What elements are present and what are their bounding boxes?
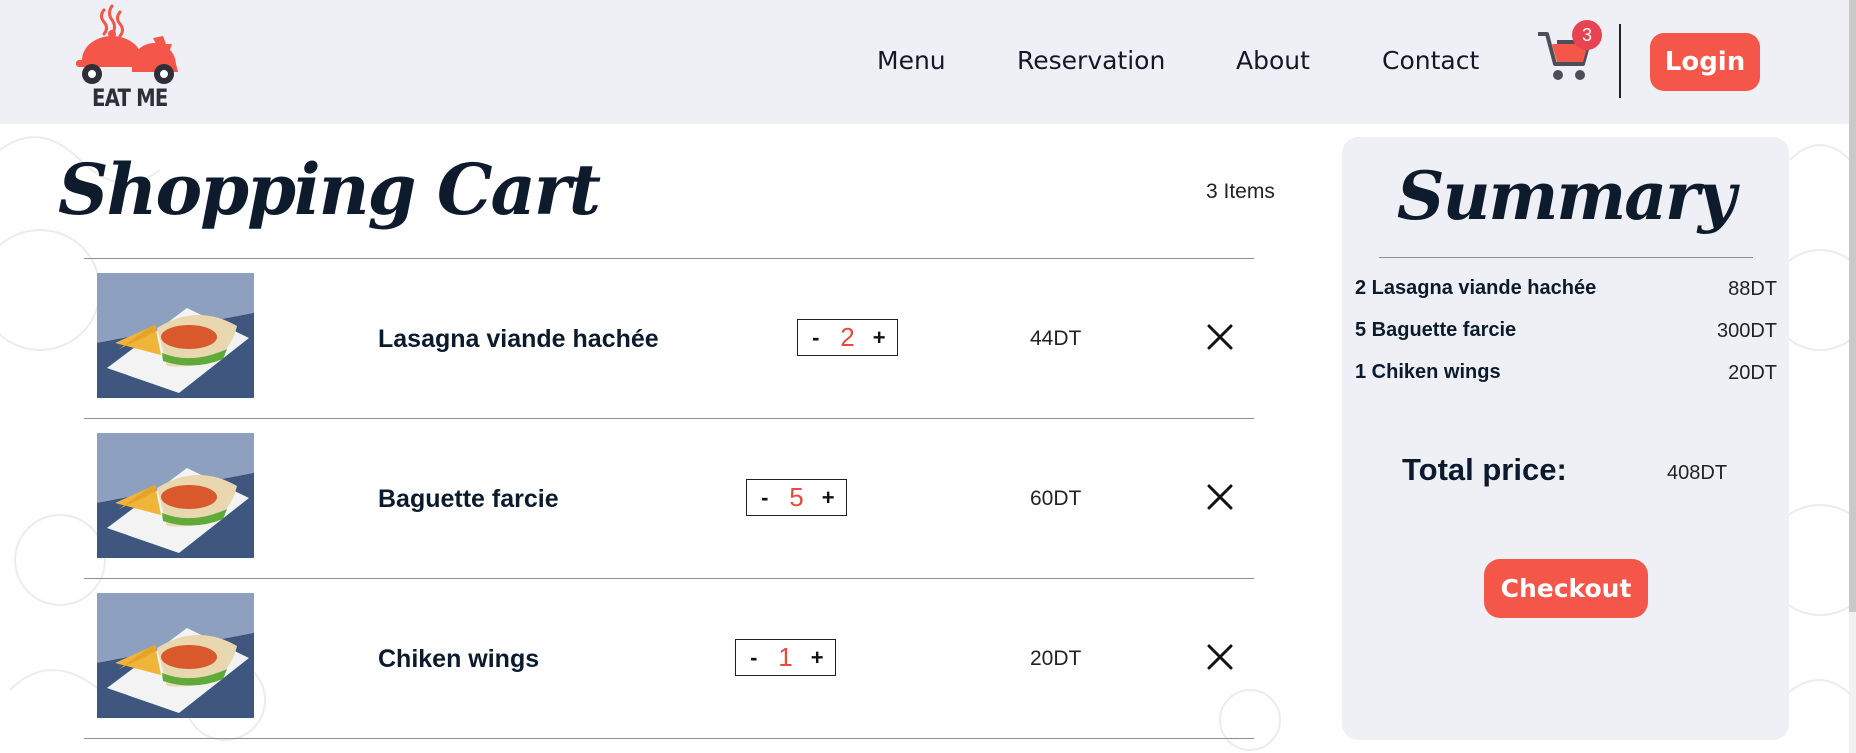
summary-item-label: 2 Lasagna viande hachée <box>1355 277 1597 299</box>
minus-button[interactable]: - <box>754 485 776 511</box>
plus-button[interactable]: + <box>806 645 828 671</box>
nav-reservation[interactable]: Reservation <box>1017 46 1165 75</box>
quantity-stepper: - 5 + <box>746 479 847 516</box>
close-icon[interactable] <box>1206 323 1234 351</box>
divider <box>84 738 1254 739</box>
close-icon[interactable] <box>1206 643 1234 671</box>
item-name: Chiken wings <box>378 645 540 673</box>
items-count: 3 Items <box>1206 180 1275 203</box>
nav-divider <box>1619 24 1621 98</box>
food-image <box>97 273 254 398</box>
divider <box>1379 257 1753 258</box>
total-price-label: Total price: <box>1402 452 1567 487</box>
food-image <box>97 433 254 558</box>
plus-button[interactable]: + <box>817 485 839 511</box>
summary-item-price: 20DT <box>1728 362 1777 384</box>
cart-count-badge: 3 <box>1572 20 1602 50</box>
quantity-stepper: - 1 + <box>735 639 836 676</box>
summary-item-label: 1 Chiken wings <box>1355 361 1501 383</box>
summary-line-item: 2 Lasagna viande hachée 88DT <box>1355 277 1777 307</box>
item-name: Baguette farcie <box>378 485 559 513</box>
summary-title: Summary <box>1396 157 1736 235</box>
plus-button[interactable]: + <box>868 325 890 351</box>
brand-name: EAT ME <box>92 84 168 112</box>
minus-button[interactable]: - <box>805 325 827 351</box>
summary-item-label: 5 Baguette farcie <box>1355 319 1517 341</box>
login-button[interactable]: Login <box>1650 33 1760 91</box>
summary-item-price: 88DT <box>1728 278 1777 300</box>
summary-line-item: 5 Baguette farcie 300DT <box>1355 319 1777 349</box>
total-price-value: 408DT <box>1667 462 1728 484</box>
summary-line-item: 1 Chiken wings 20DT <box>1355 361 1777 391</box>
nav-about[interactable]: About <box>1236 46 1310 75</box>
scrollbar-thumb[interactable] <box>1849 0 1856 612</box>
summary-item-price: 300DT <box>1716 320 1777 342</box>
food-image <box>97 593 254 718</box>
item-price: 44DT <box>1030 327 1082 350</box>
cart-item-row: Lasagna viande hachée - 2 + 44DT <box>84 259 1254 419</box>
nav-menu[interactable]: Menu <box>877 46 946 75</box>
order-summary-panel: Summary 2 Lasagna viande hachée 88DT 5 B… <box>1342 137 1789 740</box>
page-title: Shopping Cart <box>58 148 601 231</box>
quantity-value: 2 <box>840 322 855 352</box>
cart-item-row: Baguette farcie - 5 + 60DT <box>84 419 1254 579</box>
quantity-value: 1 <box>778 642 793 672</box>
minus-button[interactable]: - <box>743 645 765 671</box>
item-price: 60DT <box>1030 487 1082 510</box>
item-name: Lasagna viande hachée <box>378 325 659 353</box>
checkout-button[interactable]: Checkout <box>1484 559 1648 618</box>
top-navbar: EAT ME Menu Reservation About Contact 3 … <box>0 0 1849 124</box>
quantity-value: 5 <box>789 482 804 512</box>
cart-item-row: Chiken wings - 1 + 20DT <box>84 579 1254 739</box>
item-price: 20DT <box>1030 647 1082 670</box>
close-icon[interactable] <box>1206 483 1234 511</box>
nav-contact[interactable]: Contact <box>1382 46 1479 75</box>
quantity-stepper: - 2 + <box>797 319 898 356</box>
